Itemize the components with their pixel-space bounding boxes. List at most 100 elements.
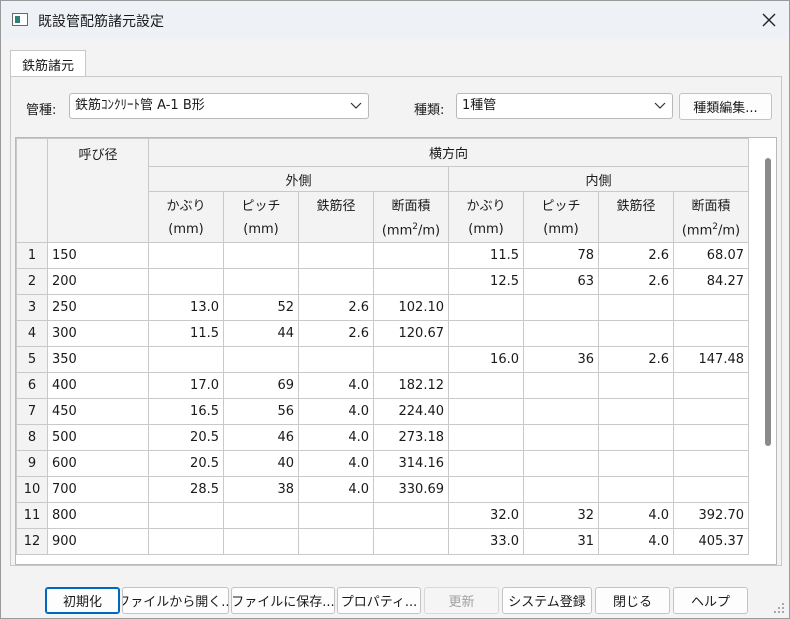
table-row[interactable]: 7 450 16.5 56 4.0 224.40: [16, 398, 749, 425]
cell-i-area[interactable]: [673, 450, 749, 477]
row-number[interactable]: 10: [16, 476, 48, 503]
cell-diameter[interactable]: 200: [47, 268, 149, 295]
cell-o-bar[interactable]: [298, 502, 374, 529]
col-header-inner-bar-dia[interactable]: 鉄筋径: [598, 191, 674, 218]
close-button[interactable]: 閉じる: [595, 587, 670, 614]
cell-i-bar[interactable]: [598, 398, 674, 425]
cell-o-cover[interactable]: 11.5: [148, 320, 224, 347]
cell-o-area[interactable]: 330.69: [373, 476, 449, 503]
cell-o-area[interactable]: [373, 502, 449, 529]
init-button[interactable]: 初期化: [45, 587, 120, 614]
cell-o-pitch[interactable]: 56: [223, 398, 299, 425]
cell-o-cover[interactable]: [148, 242, 224, 269]
cell-o-area[interactable]: 182.12: [373, 372, 449, 399]
properties-button[interactable]: プロパティ...: [337, 587, 421, 614]
cell-o-bar[interactable]: 2.6: [298, 320, 374, 347]
rebar-spec-grid[interactable]: 呼び径 横方向 外側 内側 かぶり ピッチ 鉄筋径 断面積 かぶり ピッチ 鉄筋…: [15, 137, 777, 565]
row-number[interactable]: 2: [16, 268, 48, 295]
cell-i-bar[interactable]: [598, 424, 674, 451]
cell-i-pitch[interactable]: 36: [523, 346, 599, 373]
cell-diameter[interactable]: 450: [47, 398, 149, 425]
table-row[interactable]: 5 350 16.0 36 2.6 147.48: [16, 346, 749, 373]
row-number[interactable]: 7: [16, 398, 48, 425]
cell-o-pitch[interactable]: [223, 528, 299, 555]
table-row[interactable]: 11 800 32.0 32 4.0 392.70: [16, 502, 749, 529]
save-file-button[interactable]: ファイルに保存...: [231, 587, 335, 614]
cell-i-pitch[interactable]: [523, 294, 599, 321]
cell-o-bar[interactable]: 4.0: [298, 398, 374, 425]
cell-o-cover[interactable]: [148, 528, 224, 555]
cell-o-area[interactable]: [373, 528, 449, 555]
table-row[interactable]: 9 600 20.5 40 4.0 314.16: [16, 450, 749, 477]
cell-o-pitch[interactable]: [223, 242, 299, 269]
row-number[interactable]: 8: [16, 424, 48, 451]
cell-i-cover[interactable]: 11.5: [448, 242, 524, 269]
cell-o-bar[interactable]: 4.0: [298, 372, 374, 399]
cell-o-area[interactable]: [373, 268, 449, 295]
cell-o-area[interactable]: [373, 346, 449, 373]
kind-select[interactable]: 1種管: [456, 93, 673, 119]
cell-diameter[interactable]: 800: [47, 502, 149, 529]
cell-i-cover[interactable]: [448, 424, 524, 451]
col-header-diameter[interactable]: 呼び径: [47, 138, 149, 243]
cell-o-cover[interactable]: [148, 502, 224, 529]
cell-i-area[interactable]: 84.27: [673, 268, 749, 295]
cell-i-cover[interactable]: 12.5: [448, 268, 524, 295]
cell-i-pitch[interactable]: 32: [523, 502, 599, 529]
cell-i-pitch[interactable]: 78: [523, 242, 599, 269]
row-number[interactable]: 11: [16, 502, 48, 529]
cell-i-area[interactable]: 68.07: [673, 242, 749, 269]
vertical-scrollbar[interactable]: [765, 158, 771, 446]
cell-o-area[interactable]: [373, 242, 449, 269]
cell-i-pitch[interactable]: [523, 398, 599, 425]
table-row[interactable]: 12 900 33.0 31 4.0 405.37: [16, 528, 749, 555]
cell-o-pitch[interactable]: 38: [223, 476, 299, 503]
cell-i-cover[interactable]: [448, 476, 524, 503]
cell-i-cover[interactable]: [448, 398, 524, 425]
update-button[interactable]: 更新: [424, 587, 499, 614]
table-row[interactable]: 8 500 20.5 46 4.0 273.18: [16, 424, 749, 451]
row-number[interactable]: 12: [16, 528, 48, 555]
cell-i-bar[interactable]: 4.0: [598, 528, 674, 555]
table-row[interactable]: 10 700 28.5 38 4.0 330.69: [16, 476, 749, 503]
col-header-inner-cover[interactable]: かぶり: [448, 191, 524, 218]
cell-i-area[interactable]: 405.37: [673, 528, 749, 555]
cell-diameter[interactable]: 900: [47, 528, 149, 555]
cell-i-cover[interactable]: 32.0: [448, 502, 524, 529]
cell-o-cover[interactable]: 16.5: [148, 398, 224, 425]
cell-o-area[interactable]: 314.16: [373, 450, 449, 477]
cell-i-bar[interactable]: [598, 476, 674, 503]
cell-i-cover[interactable]: [448, 294, 524, 321]
help-button[interactable]: ヘルプ: [673, 587, 748, 614]
row-number[interactable]: 9: [16, 450, 48, 477]
cell-o-bar[interactable]: 4.0: [298, 476, 374, 503]
cell-i-bar[interactable]: [598, 320, 674, 347]
cell-i-pitch[interactable]: 31: [523, 528, 599, 555]
table-row[interactable]: 2 200 12.5 63 2.6 84.27: [16, 268, 749, 295]
cell-i-pitch[interactable]: 63: [523, 268, 599, 295]
cell-o-area[interactable]: 224.40: [373, 398, 449, 425]
cell-o-area[interactable]: 273.18: [373, 424, 449, 451]
cell-i-pitch[interactable]: [523, 320, 599, 347]
cell-i-pitch[interactable]: [523, 450, 599, 477]
cell-o-cover[interactable]: [148, 346, 224, 373]
cell-i-bar[interactable]: [598, 294, 674, 321]
cell-o-bar[interactable]: 4.0: [298, 450, 374, 477]
row-number[interactable]: 4: [16, 320, 48, 347]
cell-o-area[interactable]: 102.10: [373, 294, 449, 321]
col-header-inner-pitch[interactable]: ピッチ: [523, 191, 599, 218]
cell-o-pitch[interactable]: 46: [223, 424, 299, 451]
table-row[interactable]: 3 250 13.0 52 2.6 102.10: [16, 294, 749, 321]
cell-i-area[interactable]: [673, 476, 749, 503]
cell-i-cover[interactable]: [448, 450, 524, 477]
cell-o-pitch[interactable]: [223, 502, 299, 529]
cell-diameter[interactable]: 600: [47, 450, 149, 477]
cell-o-cover[interactable]: 13.0: [148, 294, 224, 321]
resize-grip-icon[interactable]: [773, 602, 785, 614]
cell-i-area[interactable]: [673, 294, 749, 321]
edit-kinds-button[interactable]: 種類編集...: [679, 93, 772, 120]
cell-o-pitch[interactable]: 40: [223, 450, 299, 477]
cell-i-cover[interactable]: [448, 372, 524, 399]
cell-i-bar[interactable]: 4.0: [598, 502, 674, 529]
cell-i-bar[interactable]: 2.6: [598, 242, 674, 269]
